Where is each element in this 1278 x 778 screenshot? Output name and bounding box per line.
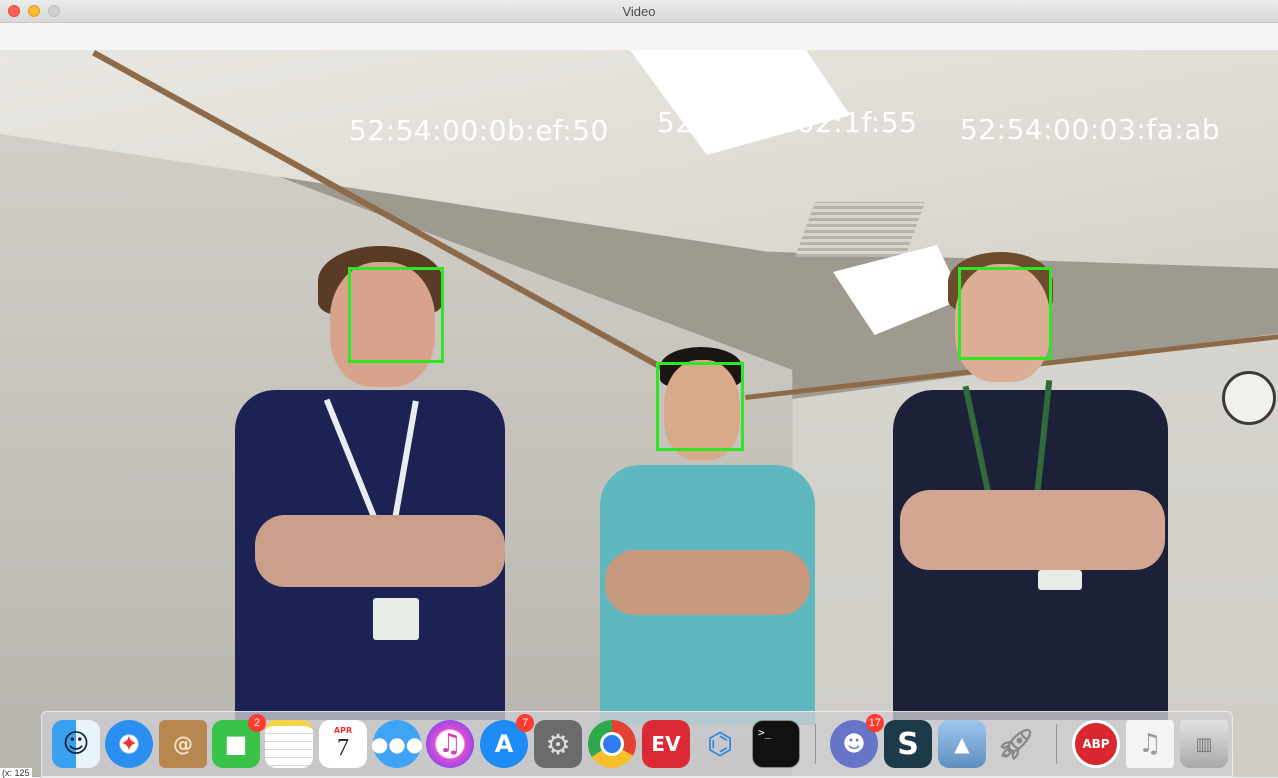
wall-clock-icon [1222, 371, 1276, 425]
preview-icon[interactable]: ▲ [938, 720, 986, 768]
face-label: 52:54:00:02:1f:55 [657, 106, 918, 139]
video-frame: 52:54:00:0b:ef:50 52:54:00:02:1f:55 52:5… [0, 50, 1278, 777]
adblock-label: ABP [1082, 737, 1110, 751]
ceiling-light [833, 245, 963, 335]
notification-badge: 17 [865, 714, 884, 732]
sublime-icon[interactable]: S [884, 720, 932, 768]
trash-icon[interactable]: ▥ [1180, 720, 1228, 768]
dock: ☺ ✦ @ ■ 2 APR 7 ●●● ♫ A7 ⚙ EV ⌬ >_ ☻ 17 S … [41, 711, 1233, 777]
notification-badge: 7 [516, 714, 534, 732]
window-toolbar [0, 23, 1278, 51]
messages-icon[interactable]: ●●● [371, 720, 423, 768]
crossed-arms [900, 490, 1165, 570]
safari-icon[interactable]: ✦ [105, 720, 153, 768]
dock-separator [1056, 724, 1057, 764]
window-titlebar[interactable]: Video [0, 0, 1278, 23]
app-store-icon[interactable]: A7 [480, 714, 534, 768]
music-file-icon[interactable]: ♫ [1126, 720, 1174, 768]
contacts-icon[interactable]: @ [159, 720, 207, 768]
discord-icon[interactable]: ☻ 17 [830, 714, 884, 768]
expressvpn-icon[interactable]: EV [642, 720, 690, 768]
face-label: 52:54:00:03:fa:ab [960, 113, 1221, 146]
face-detection-box [958, 267, 1052, 360]
window-title: Video [622, 4, 656, 19]
vscode-icon[interactable]: ⌬ [696, 720, 744, 768]
notification-badge: 2 [248, 714, 266, 732]
terminal-icon[interactable]: >_ [752, 720, 800, 768]
notes-icon[interactable] [265, 720, 313, 768]
face-detection-box [348, 267, 444, 363]
itunes-icon[interactable]: ♫ [426, 720, 474, 768]
id-badge [373, 598, 419, 640]
system-preferences-icon[interactable]: ⚙ [534, 720, 582, 768]
facetime-icon[interactable]: ■ 2 [212, 714, 266, 768]
calendar-icon[interactable]: APR 7 [319, 720, 367, 768]
chrome-icon[interactable] [588, 720, 636, 768]
finder-icon[interactable]: ☺ [52, 720, 100, 768]
adblock-icon[interactable]: ABP [1072, 720, 1120, 768]
face-label: 52:54:00:0b:ef:50 [349, 114, 609, 147]
calendar-day: 7 [337, 735, 349, 761]
dock-separator [815, 724, 816, 764]
crossed-arms [605, 550, 810, 615]
ceiling-vent [794, 202, 926, 257]
crossed-arms [255, 515, 505, 587]
id-badge [1038, 570, 1082, 590]
calendar-month: APR [333, 726, 353, 735]
face-detection-box [656, 362, 744, 451]
launchpad-icon[interactable]: 🚀︎ [992, 720, 1040, 768]
